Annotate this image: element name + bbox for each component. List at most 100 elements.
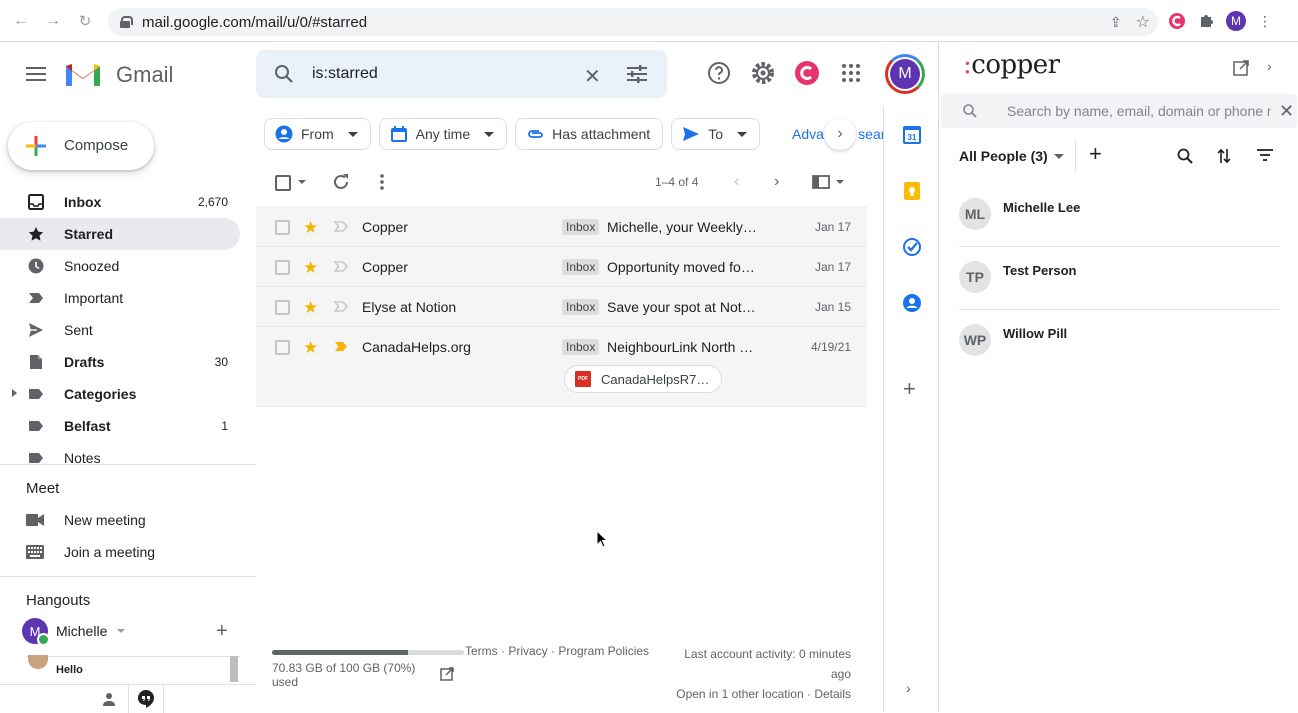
google-contacts-icon[interactable] <box>903 294 921 312</box>
nav-item-important[interactable]: Important <box>0 282 240 314</box>
chevron-right-icon[interactable]: › <box>824 118 856 150</box>
hangouts-chat-icon[interactable] <box>128 685 164 713</box>
important-marker-icon[interactable] <box>334 261 348 272</box>
email-row[interactable]: ★ Elyse at Notion Inbox Save your spot a… <box>256 287 867 327</box>
search-icon[interactable] <box>1177 148 1193 164</box>
google-apps-icon[interactable] <box>838 60 864 86</box>
chevron-left-icon[interactable]: ‹ <box>734 173 739 191</box>
search-chips: From Any time Has attachment To <box>264 118 760 150</box>
hangouts-footer <box>0 684 256 713</box>
browser-menu-icon[interactable]: ⋮ <box>1258 13 1272 30</box>
forward-icon[interactable]: → <box>42 10 64 32</box>
help-icon[interactable] <box>706 60 732 86</box>
google-tasks-icon[interactable] <box>903 238 921 256</box>
new-conversation-plus-icon[interactable]: + <box>216 620 228 643</box>
nav-item-starred[interactable]: Starred <box>0 218 240 250</box>
chevron-down-icon <box>1053 153 1064 159</box>
row-checkbox[interactable] <box>275 260 290 275</box>
attachment-filter-chip[interactable]: Has attachment <box>515 118 664 150</box>
profile-avatar[interactable]: M <box>1226 11 1246 31</box>
address-bar[interactable]: mail.google.com/mail/u/0/#starred ⇪ ☆ <box>108 8 1158 36</box>
nav-item-notes[interactable]: Notes <box>0 442 240 466</box>
open-in-new-icon[interactable] <box>1233 60 1249 76</box>
avatar: WP <box>959 324 991 356</box>
clear-search-icon[interactable]: ✕ <box>584 64 601 89</box>
new-meeting-button[interactable]: New meeting <box>26 512 146 528</box>
filter-icon[interactable] <box>1257 148 1273 162</box>
chevron-right-icon[interactable]: › <box>774 173 779 191</box>
person-item[interactable]: WP Willow Pill <box>959 310 1279 373</box>
nav-item-drafts[interactable]: Drafts 30 <box>0 346 240 378</box>
row-checkbox[interactable] <box>275 340 290 355</box>
important-marker-icon[interactable] <box>334 221 348 232</box>
to-filter-chip[interactable]: To <box>671 118 760 150</box>
email-row[interactable]: ★ Copper Inbox Michelle, your Weekly… Ja… <box>256 207 867 247</box>
details-link[interactable]: Open in 1 other location · Details <box>661 684 851 704</box>
row-checkbox[interactable] <box>275 300 290 315</box>
from-filter-chip[interactable]: From <box>264 118 371 150</box>
star-icon[interactable]: ★ <box>303 218 318 238</box>
main-menu-icon[interactable] <box>26 67 46 81</box>
settings-gear-icon[interactable] <box>750 60 776 86</box>
person-icon[interactable] <box>102 692 116 706</box>
person-item[interactable]: ML Michelle Lee <box>959 184 1279 247</box>
nav-item-sent[interactable]: Sent <box>0 314 240 346</box>
meet-section-title: Meet <box>26 480 60 497</box>
people-filter-dropdown[interactable]: All People (3) <box>959 148 1064 164</box>
hangouts-user-status[interactable]: M Michelle <box>22 618 126 646</box>
mail-search-bar[interactable]: is:starred ✕ <box>256 50 667 98</box>
join-meeting-button[interactable]: Join a meeting <box>26 544 155 560</box>
reload-icon[interactable]: ↻ <box>74 10 96 32</box>
nav-item-belfast[interactable]: Belfast 1 <box>0 410 240 442</box>
scrollbar-thumb[interactable] <box>230 656 238 682</box>
hangouts-avatar: M <box>22 618 50 646</box>
sort-icon[interactable] <box>1217 148 1231 164</box>
refresh-icon[interactable] <box>332 173 350 191</box>
person-item[interactable]: TP Test Person <box>959 247 1279 310</box>
more-vertical-icon[interactable] <box>380 173 384 191</box>
policy-links[interactable]: Terms · Privacy · Program Policies <box>465 644 649 658</box>
lock-icon <box>120 16 133 28</box>
email-row[interactable]: ★ CanadaHelps.org Inbox NeighbourLink No… <box>256 327 867 407</box>
copper-extension-icon[interactable] <box>1168 12 1186 30</box>
hangouts-conversation-item[interactable]: Hello <box>26 655 240 682</box>
nav-item-categories[interactable]: Categories <box>0 378 240 410</box>
copper-app-icon[interactable] <box>794 60 820 86</box>
collapse-panel-icon[interactable]: › <box>1267 58 1272 74</box>
star-icon[interactable]: ★ <box>303 258 318 278</box>
share-icon[interactable]: ⇪ <box>1110 14 1122 31</box>
chevron-down-icon[interactable] <box>298 180 306 184</box>
attachment-chip[interactable]: PDF CanadaHelpsR7… <box>564 365 723 393</box>
chevron-right-icon[interactable]: › <box>906 680 911 696</box>
extensions-puzzle-icon[interactable] <box>1198 13 1214 29</box>
email-row[interactable]: ★ Copper Inbox Opportunity moved fo… Jan… <box>256 247 867 287</box>
expand-arrow-icon[interactable] <box>12 389 17 397</box>
row-checkbox[interactable] <box>275 220 290 235</box>
select-all-checkbox[interactable] <box>275 175 291 191</box>
star-icon[interactable]: ★ <box>303 338 318 358</box>
important-marker-icon[interactable] <box>334 301 348 312</box>
copper-search-input[interactable] <box>1007 94 1271 128</box>
nav-item-inbox[interactable]: Inbox 2,670 <box>0 186 240 218</box>
bookmark-star-icon[interactable]: ☆ <box>1136 12 1150 32</box>
google-calendar-icon[interactable]: 31 <box>903 126 921 144</box>
close-icon[interactable]: ✕ <box>1279 101 1294 122</box>
search-options-icon[interactable] <box>626 64 648 84</box>
google-keep-icon[interactable] <box>903 182 921 200</box>
important-marker-icon[interactable] <box>334 341 348 352</box>
email-list: ★ Copper Inbox Michelle, your Weekly… Ja… <box>256 206 867 407</box>
star-icon[interactable]: ★ <box>303 298 318 318</box>
time-filter-chip[interactable]: Any time <box>378 118 508 150</box>
mouse-cursor-icon <box>596 530 608 548</box>
get-addons-plus-icon[interactable]: + <box>903 378 916 400</box>
search-icon[interactable] <box>274 64 294 84</box>
search-input[interactable]: is:starred <box>312 65 378 83</box>
compose-button[interactable]: Compose <box>8 122 154 170</box>
open-external-icon[interactable] <box>440 667 454 681</box>
add-person-plus-icon[interactable]: + <box>1089 141 1102 167</box>
inbox-icon <box>28 194 44 210</box>
back-icon[interactable]: ← <box>10 10 32 32</box>
split-pane-icon[interactable] <box>812 174 846 190</box>
nav-item-snoozed[interactable]: Snoozed <box>0 250 240 282</box>
account-avatar[interactable]: M <box>885 54 925 94</box>
